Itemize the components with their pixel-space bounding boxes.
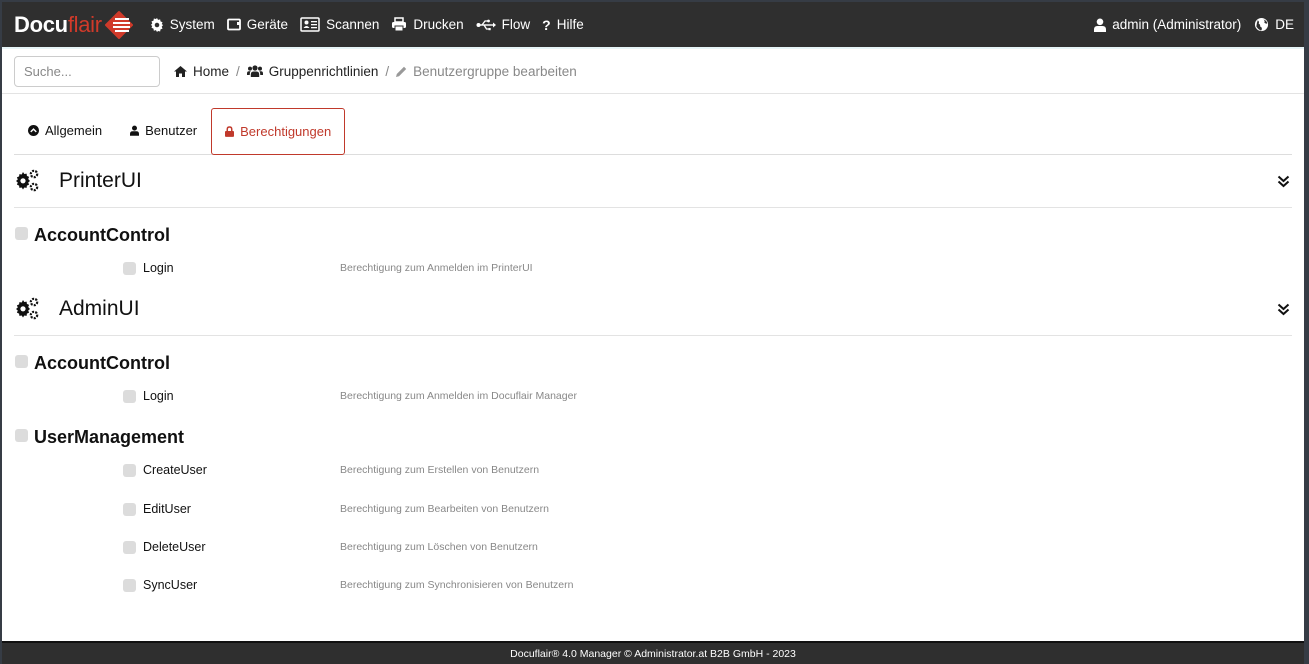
nav-hilfe[interactable]: ? Hilfe	[542, 17, 584, 33]
permission-row: EditUser Berechtigung zum Bearbeiten von…	[123, 501, 549, 517]
tab-berechtigungen[interactable]: Berechtigungen	[211, 108, 346, 155]
nav-flow[interactable]: Flow	[476, 17, 531, 32]
group-title: AccountControl	[34, 225, 170, 245]
usb-icon	[476, 19, 496, 30]
device-icon	[226, 18, 241, 31]
question-icon: ?	[542, 16, 551, 33]
tab-allgemein-label: Allgemein	[45, 123, 103, 138]
nav-geraete-label: Geräte	[246, 17, 289, 32]
toolbar: Home / Gruppenrichtlinien / Benutzergrup…	[2, 47, 1304, 94]
nav-geraete[interactable]: Geräte	[226, 17, 289, 32]
breadcrumb: Home / Gruppenrichtlinien / Benutzergrup…	[174, 64, 577, 79]
breadcrumb-home-label: Home	[193, 63, 230, 79]
brand-name-secondary: flair	[67, 11, 102, 37]
permission-row: CreateUser Berechtigung zum Erstellen vo…	[123, 462, 539, 478]
gear-icon	[150, 17, 163, 32]
breadcrumb-gruppenrichtlinien[interactable]: Gruppenrichtlinien	[246, 63, 379, 79]
breadcrumb-current: Benutzergruppe bearbeiten	[396, 64, 577, 79]
permission-description: Berechtigung zum Erstellen von Benutzern	[340, 464, 540, 476]
permission-description: Berechtigung zum Bearbeiten von Benutzer…	[340, 503, 549, 515]
group-checkbox[interactable]	[15, 355, 28, 368]
user-menu-label: admin (Administrator)	[1112, 17, 1242, 32]
permission-name: DeleteUser	[143, 540, 206, 554]
tab-berechtigungen-label: Berechtigungen	[240, 124, 332, 139]
group-checkbox[interactable]	[15, 429, 28, 442]
breadcrumb-current-label: Benutzergruppe bearbeiten	[413, 63, 577, 79]
permission-description: Berechtigung zum Anmelden im Docuflair M…	[340, 390, 577, 402]
cogs-icon	[16, 297, 39, 320]
footer-text: Docuflair® 4.0 Manager © Administrator.a…	[510, 647, 796, 660]
group-checkbox[interactable]	[15, 227, 28, 240]
nav-scannen[interactable]: Scannen	[300, 17, 379, 32]
app-window: Docuflair System Geräte Scannen Drucken	[2, 2, 1304, 664]
user-icon	[130, 125, 140, 136]
permission-group: UserManagement	[15, 427, 184, 447]
permission-checkbox[interactable]	[123, 463, 136, 477]
double-chevron-down-icon[interactable]	[1277, 303, 1290, 316]
breadcrumb-home[interactable]: Home	[174, 64, 229, 79]
permission-checkbox[interactable]	[123, 261, 136, 275]
pencil-icon	[396, 66, 407, 77]
nav-system-label: System	[169, 17, 215, 32]
permission-name: Login	[143, 261, 174, 275]
permission-description: Berechtigung zum Synchronisieren von Ben…	[340, 579, 574, 591]
group-title: UserManagement	[34, 427, 185, 447]
permission-checkbox[interactable]	[123, 540, 136, 554]
tab-benutzer[interactable]: Benutzer	[116, 107, 211, 154]
permission-row: Login Berechtigung zum Anmelden im Docuf…	[123, 388, 577, 404]
tab-bar: Allgemein Benutzer Berechtigungen	[14, 108, 1292, 155]
double-chevron-down-icon[interactable]	[1277, 175, 1290, 188]
permission-checkbox[interactable]	[123, 389, 136, 403]
permission-description: Berechtigung zum Anmelden im PrinterUI	[340, 262, 533, 274]
nav-drucken-label: Drucken	[413, 17, 464, 32]
nav-drucken[interactable]: Drucken	[391, 17, 464, 32]
nav-hilfe-label: Hilfe	[556, 17, 584, 32]
nav-system[interactable]: System	[150, 17, 215, 32]
permission-row: SyncUser Berechtigung zum Synchronisiere…	[123, 577, 573, 593]
permission-checkbox[interactable]	[123, 578, 136, 592]
nav-right: admin (Administrator) DE	[1094, 17, 1294, 32]
footer: Docuflair® 4.0 Manager © Administrator.a…	[2, 641, 1304, 664]
id-card-icon	[300, 17, 320, 32]
permission-row: Login Berechtigung zum Anmelden im Print…	[123, 260, 533, 276]
permission-checkbox[interactable]	[123, 502, 136, 516]
circle-chevron-up-icon	[28, 125, 39, 136]
globe-icon	[1255, 17, 1269, 32]
permission-description: Berechtigung zum Löschen von Benutzern	[340, 541, 538, 553]
module-header-printerui: PrinterUI	[14, 155, 1292, 208]
brand-name-primary: Docu	[14, 11, 68, 37]
cogs-icon	[16, 169, 39, 192]
docuflair-logo-icon	[104, 10, 133, 39]
permission-group: AccountControl	[15, 225, 170, 245]
brand-logo[interactable]: Docu flair	[14, 10, 134, 40]
search-input[interactable]	[14, 55, 160, 87]
permission-name: SyncUser	[143, 578, 198, 592]
permission-name: CreateUser	[143, 463, 207, 477]
group-title: AccountControl	[34, 353, 170, 373]
permission-name: Login	[143, 389, 174, 403]
top-navbar: Docuflair System Geräte Scannen Drucken	[2, 2, 1304, 47]
language-label: DE	[1275, 17, 1294, 32]
module-title: AdminUI	[59, 297, 140, 320]
tab-allgemein[interactable]: Allgemein	[14, 107, 116, 154]
tab-benutzer-label: Benutzer	[145, 123, 198, 138]
module-header-adminui: AdminUI	[14, 283, 1292, 336]
user-menu[interactable]: admin (Administrator)	[1094, 17, 1241, 32]
permission-group: AccountControl	[15, 353, 170, 373]
permission-name: EditUser	[143, 502, 191, 516]
module-title: PrinterUI	[59, 169, 142, 192]
breadcrumb-gruppenrichtlinien-label: Gruppenrichtlinien	[268, 63, 379, 79]
users-icon	[246, 65, 263, 77]
language-switcher[interactable]: DE	[1254, 17, 1294, 32]
permission-row: DeleteUser Berechtigung zum Löschen von …	[123, 539, 538, 555]
printer-icon	[392, 17, 407, 32]
breadcrumb-separator: /	[236, 63, 240, 79]
home-icon	[174, 65, 187, 77]
nav-flow-label: Flow	[501, 17, 531, 32]
user-icon	[1094, 18, 1107, 32]
nav-scannen-label: Scannen	[326, 17, 380, 32]
breadcrumb-separator: /	[385, 63, 390, 79]
lock-icon	[225, 126, 235, 137]
